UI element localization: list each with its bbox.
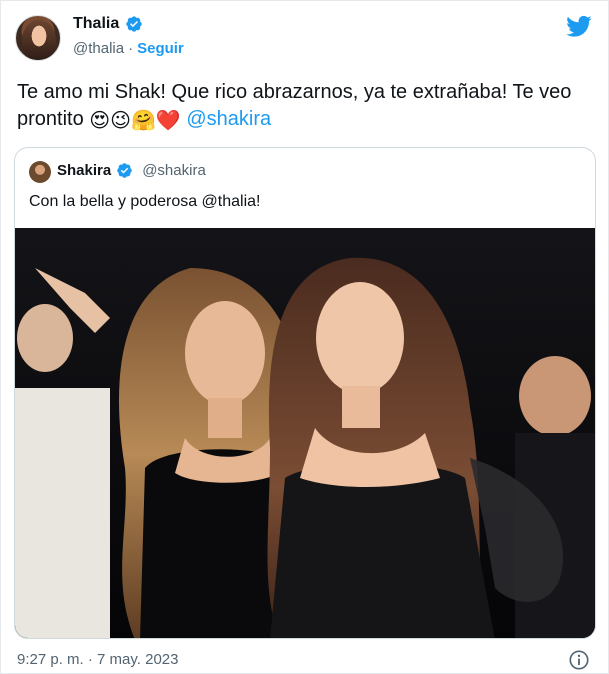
- info-icon[interactable]: [568, 649, 590, 671]
- author-name-row: Thalia: [73, 15, 143, 33]
- author-display-name[interactable]: Thalia: [73, 15, 119, 33]
- author-handle-row: @thalia · Seguir: [73, 40, 184, 57]
- verified-badge-icon: [126, 16, 142, 32]
- mention-link[interactable]: @shakira: [186, 108, 271, 130]
- tweet-card: Thalia @thalia · Seguir Te amo mi Shak! …: [0, 0, 609, 674]
- quoted-handle[interactable]: @shakira: [142, 162, 206, 179]
- twitter-bird-icon[interactable]: [566, 13, 592, 39]
- red-heart-emoji: ❤️: [155, 110, 181, 132]
- tweet-timestamp[interactable]: 9:27 p. m. · 7 may. 2023: [17, 651, 178, 668]
- hugging-emoji: 🤗: [130, 110, 156, 132]
- separator-dot: ·: [128, 40, 134, 57]
- follow-button[interactable]: Seguir: [137, 40, 184, 57]
- winking-emoji: 😉: [110, 110, 131, 132]
- quoted-text: Con la bella y poderosa @thalia!: [29, 193, 261, 210]
- quoted-photo[interactable]: [15, 228, 596, 639]
- quoted-name-row: Shakira @shakira: [57, 162, 206, 179]
- heart-eyes-emoji: 😍: [89, 110, 111, 132]
- tweet-text: Te amo mi Shak! Que rico abrazarnos, ya …: [17, 79, 597, 133]
- quoted-display-name[interactable]: Shakira: [57, 162, 111, 179]
- quoted-avatar[interactable]: [29, 161, 51, 183]
- verified-badge-icon: [117, 163, 132, 178]
- author-avatar[interactable]: [15, 15, 61, 61]
- author-handle[interactable]: @thalia: [73, 40, 124, 57]
- quoted-tweet[interactable]: Shakira @shakira Con la bella y poderosa…: [14, 147, 596, 639]
